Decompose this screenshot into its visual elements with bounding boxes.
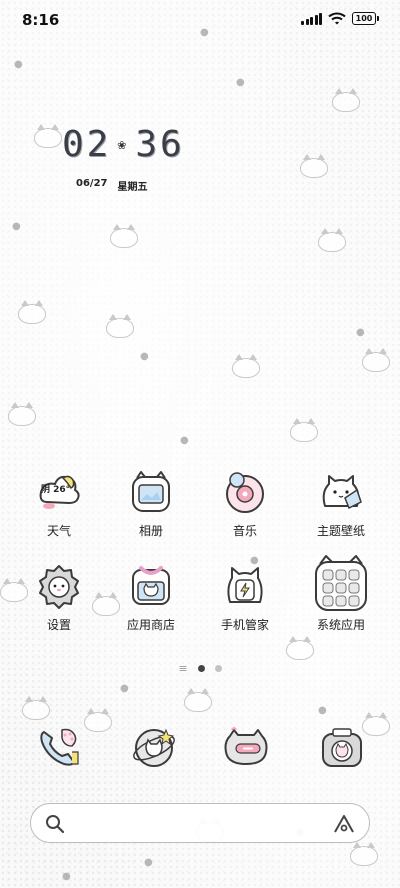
camera-icon bbox=[322, 728, 362, 767]
paw-separator-icon: ❀ bbox=[117, 136, 130, 153]
page-indicator[interactable]: ≡ bbox=[0, 662, 400, 675]
background-paw-icon: ● bbox=[356, 327, 365, 338]
weekday-text: 星期五 bbox=[117, 182, 148, 193]
background-cat-icon bbox=[18, 300, 46, 324]
search-icon[interactable] bbox=[45, 814, 65, 834]
date-text: 06/27 bbox=[76, 178, 108, 189]
theme-icon bbox=[317, 468, 365, 516]
gallery-icon bbox=[127, 468, 175, 516]
clock-widget[interactable]: 02 ❀ 36 bbox=[62, 124, 185, 165]
background-cat-icon bbox=[8, 402, 36, 426]
background-cat-icon bbox=[300, 154, 328, 178]
background-paw-icon: ● bbox=[140, 351, 149, 362]
app-weather[interactable]: 阴 26° 天气 bbox=[14, 468, 104, 539]
background-paw-icon: ● bbox=[318, 705, 327, 716]
app-label: 天气 bbox=[46, 524, 71, 538]
background-paw-icon: ● bbox=[236, 77, 245, 88]
background-cat-icon bbox=[362, 348, 390, 372]
dock-messages[interactable] bbox=[222, 724, 270, 772]
messages-icon bbox=[224, 727, 268, 765]
app-label: 设置 bbox=[46, 618, 71, 632]
app-gallery[interactable]: 相册 bbox=[106, 468, 196, 539]
app-settings[interactable]: 设置 bbox=[14, 562, 104, 633]
background-paw-icon: ● bbox=[120, 683, 129, 694]
app-label: 主题壁纸 bbox=[316, 524, 365, 538]
app-store[interactable]: 应用商店 bbox=[106, 562, 196, 633]
app-label: 相册 bbox=[138, 524, 163, 538]
status-time: 8:16 bbox=[22, 11, 60, 29]
status-icons: 100 bbox=[301, 12, 379, 25]
background-paw-icon: ● bbox=[144, 857, 153, 868]
background-cat-icon bbox=[110, 224, 138, 248]
background-cat-icon bbox=[362, 712, 390, 736]
weather-badge: 阴 26° bbox=[41, 485, 71, 495]
background-cat-icon bbox=[332, 88, 360, 112]
background-paw-icon: ● bbox=[12, 221, 21, 232]
assistant-icon[interactable] bbox=[333, 814, 355, 834]
system-apps-folder-icon bbox=[312, 554, 370, 612]
app-music[interactable]: 音乐 bbox=[200, 468, 290, 539]
background-paw-icon: ● bbox=[62, 871, 71, 882]
background-cat-icon bbox=[34, 124, 62, 148]
background-cat-icon bbox=[22, 696, 50, 720]
app-folder-system[interactable]: 系统应用 bbox=[296, 554, 386, 633]
background-cat-icon bbox=[290, 418, 318, 442]
dock-phone[interactable] bbox=[34, 724, 82, 772]
clock-hours: 02 bbox=[62, 124, 112, 165]
background-cat-icon bbox=[106, 314, 134, 338]
settings-icon bbox=[35, 562, 83, 610]
app-label: 应用商店 bbox=[126, 618, 175, 632]
search-bar[interactable] bbox=[30, 803, 370, 843]
date-line: 06/27 星期五 bbox=[76, 178, 147, 193]
page-menu-icon[interactable]: ≡ bbox=[178, 662, 187, 675]
wifi-icon bbox=[328, 12, 346, 25]
dock-browser[interactable] bbox=[130, 724, 178, 772]
music-icon bbox=[221, 468, 269, 516]
status-bar: 8:16 100 bbox=[0, 0, 400, 40]
background-cat-icon bbox=[318, 228, 346, 252]
background-paw-icon: ● bbox=[14, 59, 23, 70]
background-cat-icon bbox=[232, 354, 260, 378]
app-theme[interactable]: 主题壁纸 bbox=[296, 468, 386, 539]
background-paw-icon: ● bbox=[180, 435, 189, 446]
battery-icon: 100 bbox=[352, 12, 379, 25]
background-cat-icon bbox=[286, 636, 314, 660]
signal-icon bbox=[301, 12, 322, 25]
page-dot-active[interactable] bbox=[197, 665, 205, 672]
background-cat-icon bbox=[84, 708, 112, 732]
app-label: 系统应用 bbox=[316, 618, 365, 632]
page-dot[interactable] bbox=[214, 665, 222, 672]
app-store-icon bbox=[127, 562, 175, 610]
app-label: 音乐 bbox=[232, 524, 257, 538]
dock-camera[interactable] bbox=[318, 724, 366, 772]
browser-icon bbox=[133, 728, 175, 767]
weather-icon: 阴 26° bbox=[35, 468, 83, 516]
background-cat-icon bbox=[350, 842, 378, 866]
phone-manager-icon bbox=[221, 562, 269, 610]
app-phone-manager[interactable]: 手机管家 bbox=[200, 562, 290, 633]
clock-minutes: 36 bbox=[135, 124, 185, 165]
phone-icon bbox=[40, 728, 79, 766]
background-cat-icon bbox=[184, 688, 212, 712]
app-label: 手机管家 bbox=[220, 618, 269, 632]
